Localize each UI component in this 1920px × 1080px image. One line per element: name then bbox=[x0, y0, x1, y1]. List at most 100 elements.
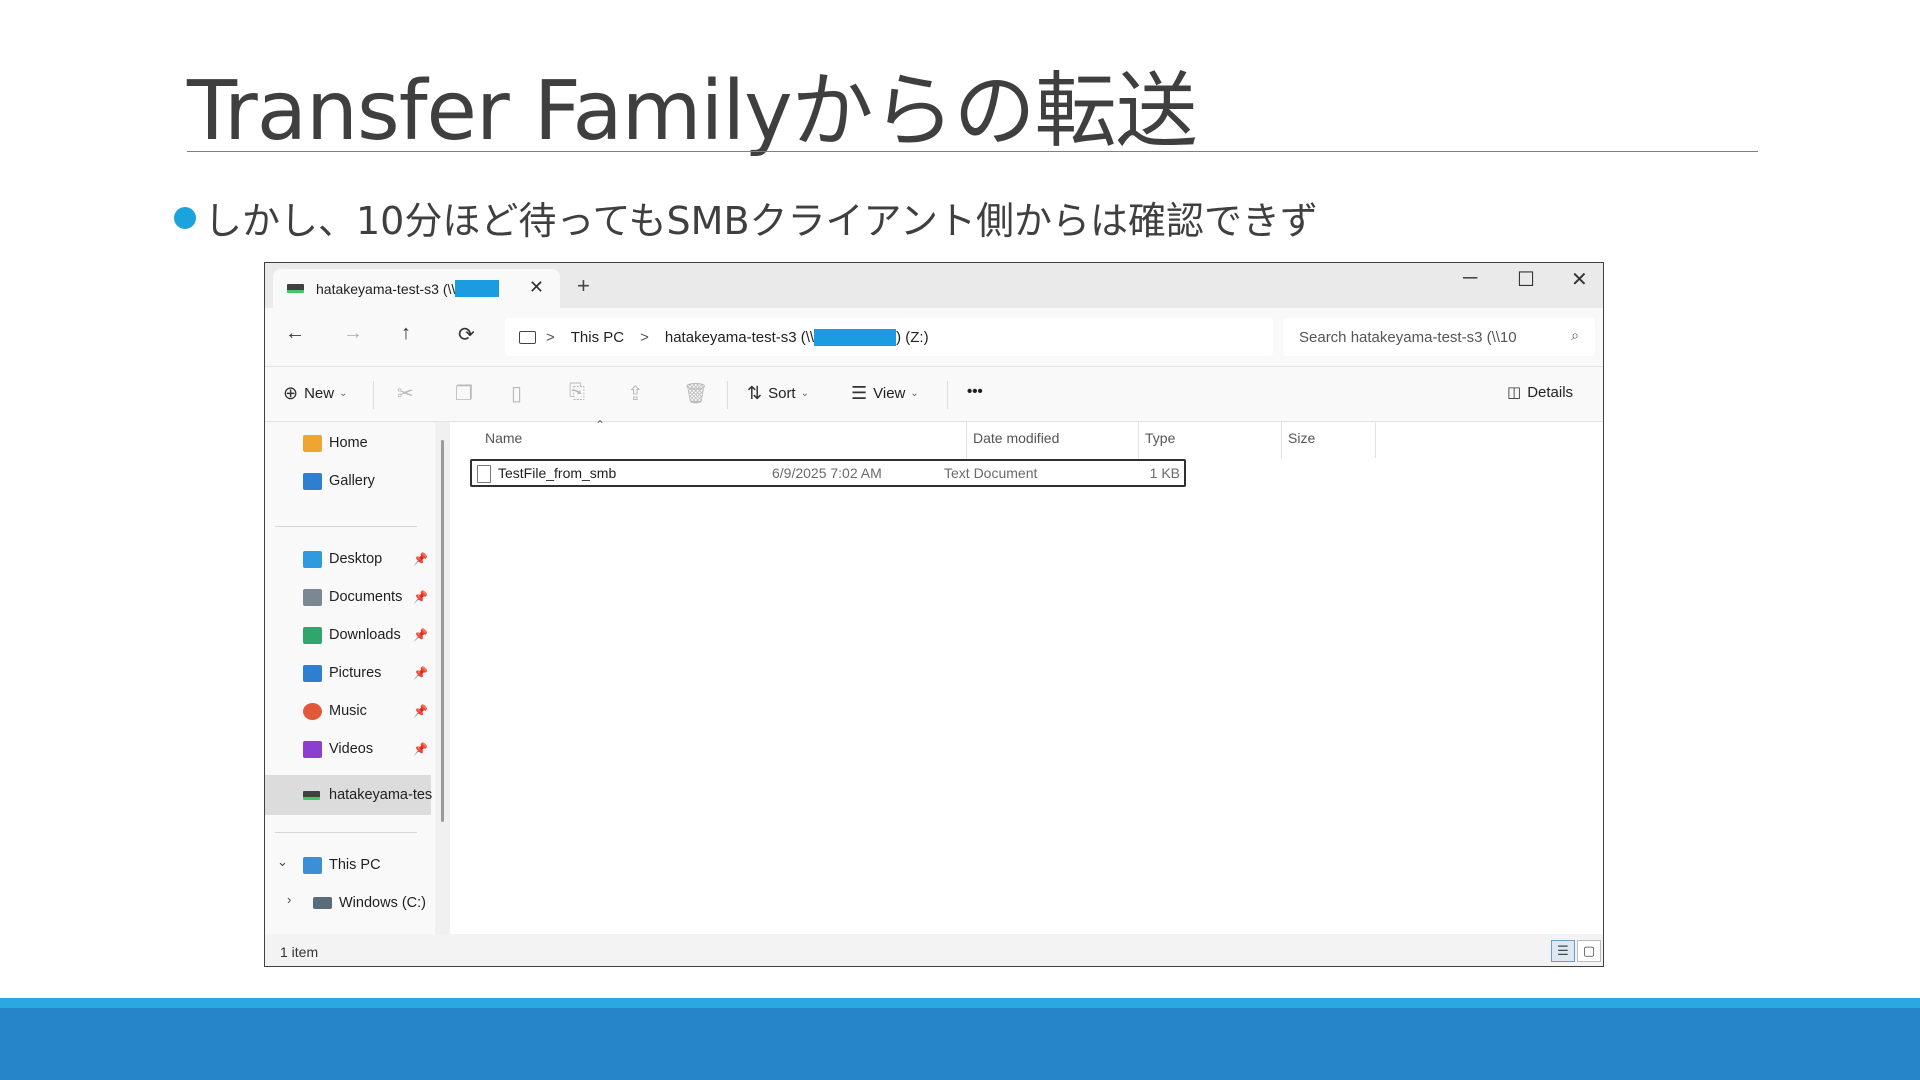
sidebar-item-music[interactable]: Music 📌 bbox=[303, 698, 428, 724]
details-pane-icon: ◫ bbox=[1507, 384, 1522, 401]
view-button[interactable]: ☰ View ⌄ bbox=[851, 383, 919, 404]
sidebar-item-this-pc[interactable]: This PC bbox=[303, 852, 381, 878]
column-header-type[interactable]: Type bbox=[1145, 430, 1175, 446]
sort-label: Sort bbox=[768, 385, 796, 402]
back-button[interactable]: ← bbox=[285, 322, 305, 345]
sort-ascending-icon: ⌃ bbox=[595, 418, 606, 432]
sort-button[interactable]: ⇅ Sort ⌄ bbox=[747, 383, 809, 404]
sort-icon: ⇅ bbox=[747, 383, 763, 403]
disk-icon bbox=[313, 897, 332, 909]
tab-title: hatakeyama-test-s3 (\\ bbox=[316, 280, 456, 297]
new-button[interactable]: ⊕ New ⌄ bbox=[283, 383, 348, 404]
paste-icon[interactable]: ▯ bbox=[511, 381, 522, 406]
sidebar-item-label: Home bbox=[329, 435, 368, 451]
delete-icon[interactable]: 🗑 bbox=[683, 381, 708, 406]
file-size: 1 KB bbox=[1149, 465, 1180, 481]
file-type: Text Document bbox=[944, 465, 1038, 481]
share-icon[interactable]: ⇪ bbox=[627, 381, 644, 406]
maximize-button[interactable]: ☐ bbox=[1517, 267, 1535, 292]
desktop-icon bbox=[303, 550, 322, 568]
file-list: ⌃ Name Date modified Type Size TestFile_… bbox=[450, 418, 1603, 934]
sidebar-item-pictures[interactable]: Pictures 📌 bbox=[303, 660, 428, 686]
computer-icon bbox=[303, 856, 322, 874]
downloads-icon bbox=[303, 626, 322, 644]
breadcrumb-separator: > bbox=[640, 328, 649, 346]
command-bar: ⊕ New ⌄ ✂ ❐ ▯ ⎘ ⇪ 🗑 ⇅ Sort ⌄ ☰ View ⌄ ••… bbox=[265, 366, 1603, 422]
sidebar-item-downloads[interactable]: Downloads 📌 bbox=[303, 622, 428, 648]
details-pane-button[interactable]: ◫ Details bbox=[1507, 383, 1574, 402]
gallery-icon bbox=[303, 472, 322, 490]
table-row[interactable]: TestFile_from_smb 6/9/2025 7:02 AM Text … bbox=[470, 459, 1186, 487]
divider bbox=[727, 381, 728, 409]
details-view-button[interactable]: ☰ bbox=[1551, 940, 1575, 962]
sidebar-item-videos[interactable]: Videos 📌 bbox=[303, 736, 428, 762]
divider bbox=[947, 381, 948, 409]
redacted-host bbox=[455, 280, 500, 297]
minimize-button[interactable]: ─ bbox=[1463, 267, 1477, 290]
chevron-right-icon[interactable]: › bbox=[287, 892, 291, 907]
sidebar-scrollbar-thumb[interactable] bbox=[441, 440, 444, 822]
up-button[interactable]: ↑ bbox=[401, 322, 411, 345]
network-drive-icon bbox=[303, 790, 320, 800]
pin-icon: 📌 bbox=[413, 704, 428, 718]
sidebar-item-label: hatakeyama-tes bbox=[329, 787, 433, 803]
footer-accent-stripe bbox=[0, 998, 1920, 1008]
pin-icon: 📌 bbox=[413, 666, 428, 680]
sidebar-item-label: Documents bbox=[329, 589, 403, 605]
sidebar-item-label: Music bbox=[329, 703, 367, 719]
chevron-down-icon[interactable]: ⌄ bbox=[277, 854, 288, 870]
footer-bar bbox=[0, 1008, 1920, 1080]
sidebar-item-home[interactable]: Home bbox=[303, 430, 368, 456]
breadcrumb-drive-suffix[interactable]: ) (Z:) bbox=[896, 329, 928, 346]
address-bar[interactable]: > This PC > hatakeyama-test-s3 (\\ ) (Z:… bbox=[505, 318, 1273, 356]
breadcrumb-this-pc[interactable]: This PC bbox=[571, 329, 624, 346]
column-header-name[interactable]: Name bbox=[485, 430, 522, 446]
search-icon: ⌕ bbox=[1571, 327, 1579, 343]
status-bar: 1 item ☰ ▢ bbox=[265, 934, 1603, 966]
sidebar-item-label: Pictures bbox=[329, 665, 382, 681]
column-divider[interactable] bbox=[1138, 422, 1139, 458]
sidebar-item-label: Desktop bbox=[329, 551, 383, 567]
new-tab-button[interactable]: + bbox=[577, 273, 590, 299]
column-divider[interactable] bbox=[966, 422, 967, 458]
search-placeholder: Search hatakeyama-test-s3 (\\10 bbox=[1299, 328, 1517, 346]
pin-icon: 📌 bbox=[413, 552, 428, 566]
rename-icon[interactable]: ⎘ bbox=[569, 381, 585, 404]
large-icons-view-button[interactable]: ▢ bbox=[1577, 940, 1601, 962]
refresh-button[interactable]: ⟳ bbox=[458, 322, 475, 347]
network-drive-icon bbox=[287, 284, 304, 293]
plus-circle-icon: ⊕ bbox=[283, 383, 299, 403]
column-divider[interactable] bbox=[1375, 422, 1376, 458]
file-explorer-window: hatakeyama-test-s3 (\\ ✕ + ─ ☐ ✕ ← → ↑ ⟳… bbox=[264, 262, 1604, 967]
column-header-date[interactable]: Date modified bbox=[973, 430, 1059, 446]
pin-icon: 📌 bbox=[413, 742, 428, 756]
sidebar-item-gallery[interactable]: Gallery bbox=[303, 468, 375, 494]
sidebar-item-windows-c[interactable]: Windows (C:) bbox=[313, 890, 426, 916]
bullet-text: しかし、10分ほど待ってもSMBクライアント側からは確認できず bbox=[204, 199, 1319, 243]
tab-drive[interactable]: hatakeyama-test-s3 (\\ ✕ bbox=[273, 269, 560, 308]
text-file-icon bbox=[477, 465, 491, 483]
sidebar-item-label: Gallery bbox=[329, 473, 375, 489]
new-label: New bbox=[304, 385, 335, 402]
close-window-button[interactable]: ✕ bbox=[1571, 267, 1588, 292]
videos-icon bbox=[303, 740, 322, 758]
copy-icon[interactable]: ❐ bbox=[455, 381, 473, 406]
more-options-button[interactable]: ••• bbox=[967, 383, 983, 400]
sidebar-item-desktop[interactable]: Desktop 📌 bbox=[303, 546, 428, 572]
home-icon bbox=[303, 434, 322, 452]
pictures-icon bbox=[303, 664, 322, 682]
breadcrumb-drive[interactable]: hatakeyama-test-s3 (\\ bbox=[665, 329, 814, 346]
forward-button[interactable]: → bbox=[343, 322, 363, 345]
pin-icon: 📌 bbox=[413, 628, 428, 642]
sidebar-item-label: Windows (C:) bbox=[339, 895, 427, 911]
tab-bar: hatakeyama-test-s3 (\\ ✕ + ─ ☐ ✕ bbox=[265, 263, 1603, 308]
column-header-size[interactable]: Size bbox=[1288, 430, 1315, 446]
cut-icon[interactable]: ✂ bbox=[397, 381, 414, 406]
sidebar-item-network-drive[interactable]: hatakeyama-tes bbox=[303, 782, 432, 808]
details-label: Details bbox=[1527, 383, 1574, 401]
tab-close-button[interactable]: ✕ bbox=[529, 277, 544, 298]
column-divider[interactable] bbox=[1281, 422, 1282, 458]
slide-title: Transfer Familyからの転送 bbox=[187, 64, 1198, 159]
sidebar-item-documents[interactable]: Documents 📌 bbox=[303, 584, 428, 610]
search-input[interactable]: Search hatakeyama-test-s3 (\\10 ⌕ bbox=[1283, 318, 1595, 356]
